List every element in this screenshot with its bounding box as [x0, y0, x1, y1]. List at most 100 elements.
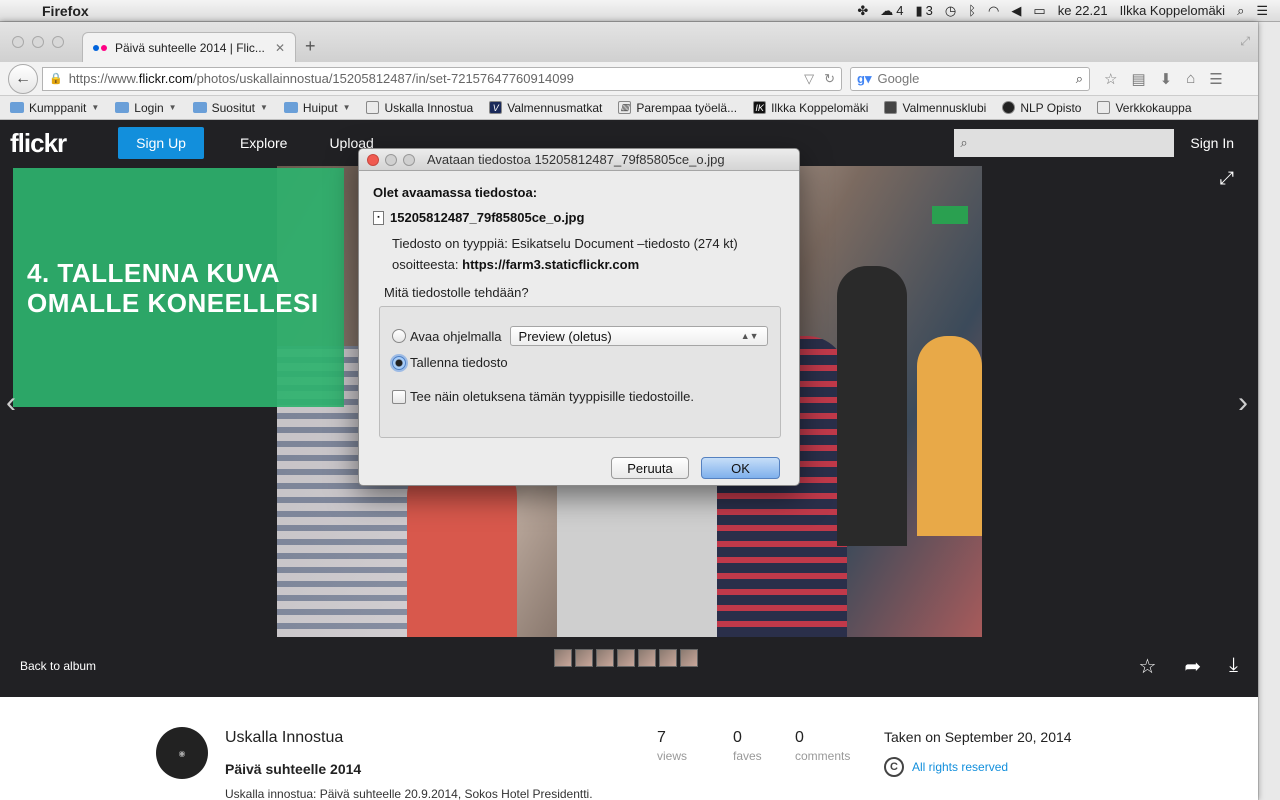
bookmark-folder[interactable]: Huiput ▼: [283, 101, 351, 115]
bookmark-label: Valmennusklubi: [902, 100, 987, 115]
bookmark-star-icon[interactable]: ☆: [1104, 70, 1117, 88]
thumbnail[interactable]: [617, 649, 635, 667]
stat-label: views: [657, 749, 688, 763]
bookmark-item[interactable]: NLP Opisto: [1002, 101, 1081, 115]
downloads-icon[interactable]: ⬇: [1160, 70, 1173, 88]
thumbnail[interactable]: [575, 649, 593, 667]
home-icon[interactable]: ⌂: [1186, 70, 1195, 88]
reload-icon[interactable]: ↻: [824, 71, 835, 87]
bookmarks-toolbar: Kumppanit ▼ Login ▼ Suositut ▼ Huiput ▼ Uska…: [0, 96, 1258, 120]
dropbox-icon[interactable]: ✤: [857, 3, 868, 19]
fullscreen-toggle-icon[interactable]: ⤢: [1240, 34, 1250, 49]
remember-choice-label[interactable]: Tee näin oletuksena tämän tyyppisille ti…: [410, 389, 694, 404]
flickr-logo[interactable]: flickr: [10, 128, 67, 159]
bookmark-item[interactable]: Verkkokauppa: [1097, 101, 1192, 115]
from-label: osoitteesta:: [392, 257, 459, 272]
tab-active[interactable]: Päivä suhteelle 2014 | Flic... ✕: [82, 32, 296, 62]
overlay-text-line-2: OMALLE KONEELLESI: [27, 287, 319, 318]
file-name: 15205812487_79f85805ce_o.jpg: [390, 210, 585, 225]
wifi-icon[interactable]: ◠: [988, 3, 999, 19]
chevron-down-icon: ▼: [168, 103, 177, 112]
open-with-radio[interactable]: [392, 329, 406, 343]
sign-in-link[interactable]: Sign In: [1190, 135, 1234, 151]
bookmark-folder[interactable]: Kumppanit ▼: [10, 101, 99, 115]
search-icon[interactable]: ⌕: [1076, 71, 1083, 87]
back-arrow-icon[interactable]: ←: [8, 63, 38, 94]
chevron-down-icon: ▼: [91, 103, 100, 112]
volume-icon[interactable]: ◀: [1011, 3, 1021, 19]
bookmark-label: Login: [134, 100, 164, 115]
bookmark-item[interactable]: V Valmennusmatkat: [489, 101, 602, 115]
bookmark-item[interactable]: Valmennusklubi: [884, 101, 986, 115]
tab-bar: Päivä suhteelle 2014 | Flic... ✕ + ⤢: [0, 22, 1258, 62]
file-row: ▪ 15205812487_79f85805ce_o.jpg: [373, 210, 785, 225]
user-menu[interactable]: Ilkka Koppelomäki: [1120, 3, 1226, 18]
save-file-radio[interactable]: [392, 355, 406, 370]
zoom-window-button[interactable]: [52, 36, 64, 48]
url-dropdown-icon[interactable]: ▽: [804, 71, 814, 87]
save-file-label[interactable]: Tallenna tiedosto: [410, 355, 508, 370]
time-machine-icon[interactable]: ◷: [945, 3, 956, 19]
dialog-body: Olet avaamassa tiedostoa: ▪ 15205812487_…: [359, 171, 799, 485]
clock[interactable]: ke 22.21: [1058, 3, 1108, 18]
url-bar[interactable]: 🔒 https://www. flickr.com/photos/uskallai…: [42, 66, 842, 91]
tab-close-icon[interactable]: ✕: [275, 41, 285, 55]
bookmark-item[interactable]: ▥ Parempaa työelä...: [618, 101, 737, 115]
v-logo-icon: V: [489, 101, 503, 114]
favorite-star-icon[interactable]: ☆: [1138, 654, 1156, 679]
bookmark-label: Kumppanit: [29, 100, 87, 115]
minimize-window-button[interactable]: [32, 36, 44, 48]
chevron-down-icon: ▼: [342, 103, 351, 112]
dialog-titlebar: Avataan tiedostoa 15205812487_79f85805ce…: [359, 149, 799, 171]
bookmark-item[interactable]: Uskalla Innostua: [366, 101, 473, 115]
thumbnail[interactable]: [554, 649, 572, 667]
search-bar[interactable]: g▾ Google ⌕: [850, 66, 1090, 91]
thumbnail[interactable]: [638, 649, 656, 667]
flickr-search-input[interactable]: ⌕: [954, 129, 1175, 157]
previous-photo-icon[interactable]: ‹: [6, 386, 16, 420]
download-icon[interactable]: ⤓: [1229, 654, 1238, 679]
back-to-album-link[interactable]: Back to album: [20, 659, 96, 673]
ok-button[interactable]: OK: [701, 457, 780, 479]
avatar[interactable]: ◉: [156, 727, 208, 779]
open-with-label[interactable]: Avaa ohjelmalla: [410, 329, 502, 344]
remember-choice-checkbox[interactable]: [392, 389, 406, 404]
dialog-zoom-button: [403, 153, 415, 166]
bookmark-item[interactable]: IK Ilkka Koppelomäki: [753, 101, 868, 115]
stat-value: 0: [733, 729, 742, 746]
application-select[interactable]: Preview (oletus) ▲▼: [509, 326, 768, 346]
app-menu-firefox[interactable]: Firefox: [42, 3, 89, 19]
menu-icon[interactable]: ☰: [1209, 70, 1222, 88]
new-tab-icon[interactable]: +: [305, 36, 316, 57]
bookmark-folder[interactable]: Login ▼: [115, 100, 177, 115]
photo-title: Päivä suhteelle 2014: [225, 761, 362, 777]
lock-icon[interactable]: 🔒: [49, 72, 63, 85]
close-window-button[interactable]: [12, 36, 24, 48]
thumbnail[interactable]: [680, 649, 698, 667]
adobe-status[interactable]: ▮ 3: [916, 3, 933, 19]
open-file-dialog: Avataan tiedostoa 15205812487_79f85805ce…: [358, 148, 800, 486]
share-icon[interactable]: ➦: [1184, 654, 1201, 679]
dialog-heading: Olet avaamassa tiedostoa:: [373, 185, 538, 200]
google-engine-icon[interactable]: g▾: [857, 71, 871, 87]
next-photo-icon[interactable]: ›: [1238, 386, 1248, 420]
bookmark-label: Ilkka Koppelomäki: [771, 100, 869, 115]
thumbnail[interactable]: [659, 649, 677, 667]
battery-icon[interactable]: ▭: [1033, 3, 1045, 19]
thumbnail[interactable]: [596, 649, 614, 667]
taken-date: Taken on September 20, 2014: [884, 729, 1072, 745]
all-rights-reserved-link[interactable]: All rights reserved: [912, 760, 1008, 774]
dialog-close-button[interactable]: [367, 153, 379, 166]
sign-up-button[interactable]: Sign Up: [118, 127, 204, 159]
expand-icon[interactable]: ⤢: [1220, 168, 1234, 189]
creative-cloud-status[interactable]: ☁ 4: [880, 3, 903, 19]
bluetooth-icon[interactable]: ᛒ: [968, 3, 976, 18]
bookmark-folder[interactable]: Suositut ▼: [192, 101, 268, 115]
notification-center-icon[interactable]: ☰: [1256, 3, 1268, 19]
owner-name[interactable]: Uskalla Innostua: [225, 729, 343, 747]
reading-list-icon[interactable]: ▤: [1131, 70, 1145, 88]
cancel-button[interactable]: Peruuta: [611, 457, 689, 479]
spotlight-icon[interactable]: ⌕: [1237, 3, 1244, 19]
explore-link[interactable]: Explore: [240, 135, 287, 151]
copyright-icon: C: [884, 757, 904, 777]
